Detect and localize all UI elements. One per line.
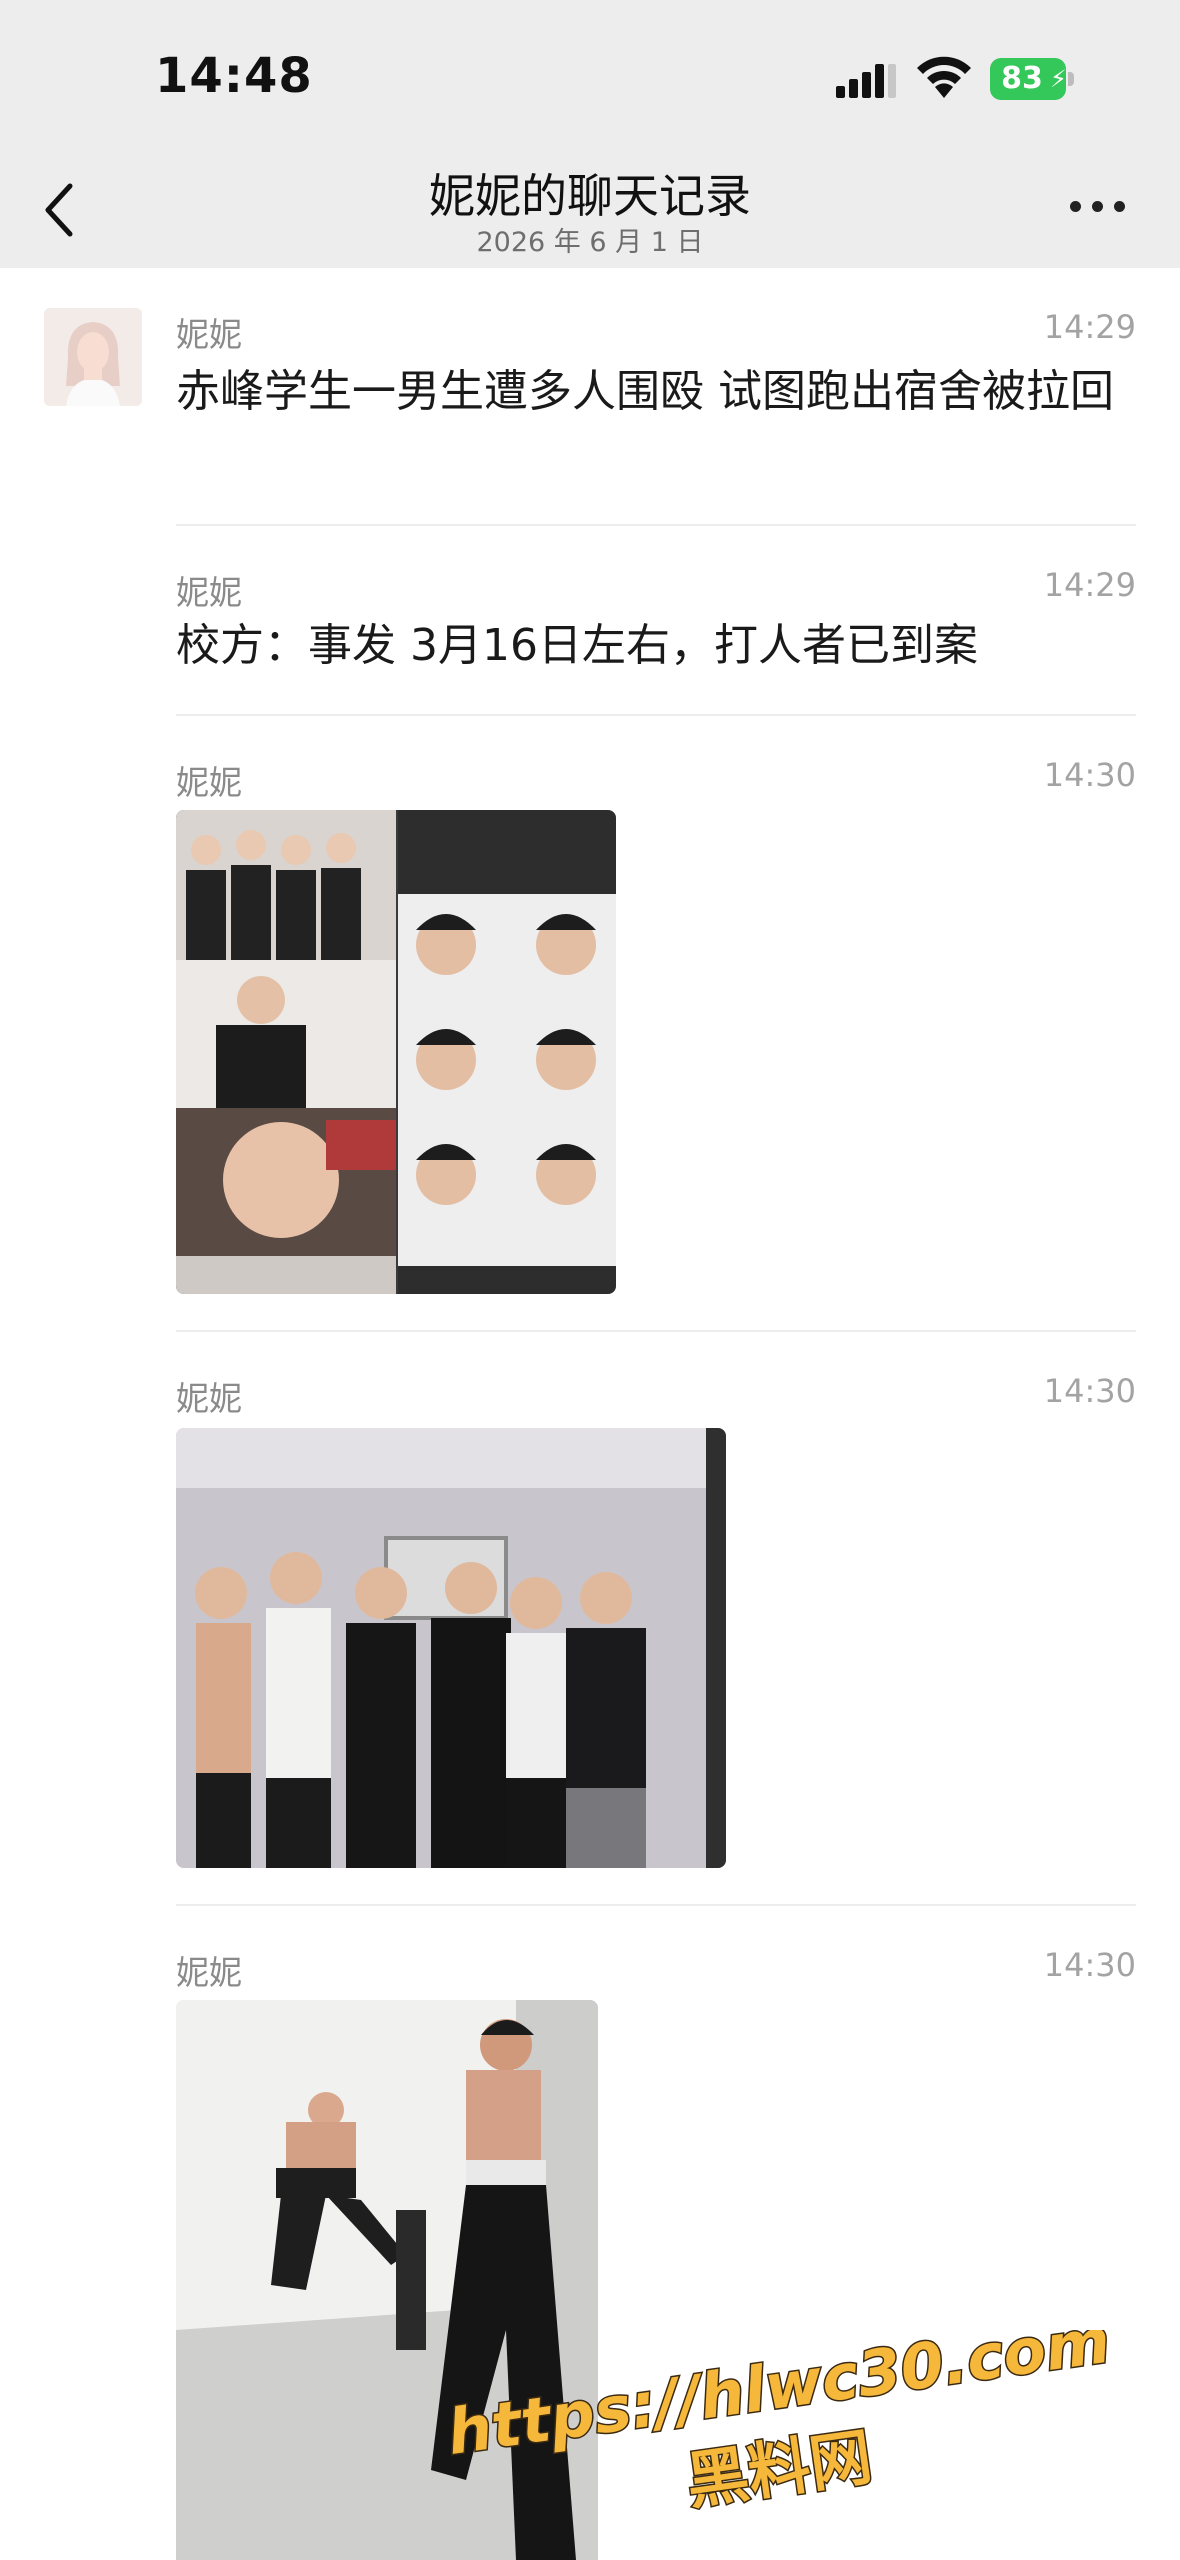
message-header: 妮妮 14:30	[176, 1372, 1136, 1422]
message-image-collage[interactable]	[176, 810, 616, 1294]
message-time: 14:30	[1043, 756, 1136, 794]
message-text: 校方：事发 3月16日左右，打人者已到案	[176, 620, 978, 671]
watermark: https://hlwc30.com 黑料网	[441, 2330, 1116, 2520]
status-bar: 14:48 83 ⚡	[0, 0, 1180, 150]
sender-name: 妮妮	[176, 763, 242, 802]
page-title: 妮妮的聊天记录	[429, 169, 751, 223]
signal-icon	[836, 64, 896, 98]
wifi-icon	[917, 56, 971, 98]
sender-name: 妮妮	[176, 1953, 242, 1992]
nav-bar: 妮妮的聊天记录 2026 年 6 月 1 日	[0, 150, 1180, 268]
sender-name: 妮妮	[176, 1379, 242, 1418]
sender-name: 妮妮	[176, 573, 242, 612]
avatar[interactable]	[44, 308, 142, 406]
divider	[176, 1904, 1136, 1906]
charging-bolt-icon: ⚡	[1050, 65, 1067, 93]
message-time: 14:30	[1043, 1946, 1136, 1984]
page-subtitle-date: 2026 年 6 月 1 日	[476, 227, 704, 258]
message-time: 14:29	[1043, 308, 1136, 346]
sender-name: 妮妮	[176, 315, 242, 354]
more-icon[interactable]	[1068, 196, 1128, 216]
message-time: 14:30	[1043, 1372, 1136, 1410]
message-image-group-photo[interactable]	[176, 1428, 726, 1868]
message-item[interactable]: 妮妮 14:29 赤峰学生一男生遭多人围殴 试图跑出宿舍被拉回	[176, 308, 1136, 478]
message-item[interactable]: 妮妮 14:29 校方：事发 3月16日左右，打人者已到案	[176, 566, 1136, 676]
status-time: 14:48	[155, 48, 313, 104]
divider	[176, 524, 1136, 526]
message-header: 妮妮 14:30	[176, 756, 1136, 806]
battery-icon: 83 ⚡	[990, 58, 1074, 100]
divider	[176, 714, 1136, 716]
divider	[176, 1330, 1136, 1332]
battery-level: 83	[1001, 61, 1043, 96]
watermark-label: 黑料网	[682, 2420, 876, 2518]
message-text: 赤峰学生一男生遭多人围殴 试图跑出宿舍被拉回	[176, 366, 1114, 417]
message-header: 妮妮 14:30	[176, 1946, 1136, 1996]
message-time: 14:29	[1043, 566, 1136, 604]
